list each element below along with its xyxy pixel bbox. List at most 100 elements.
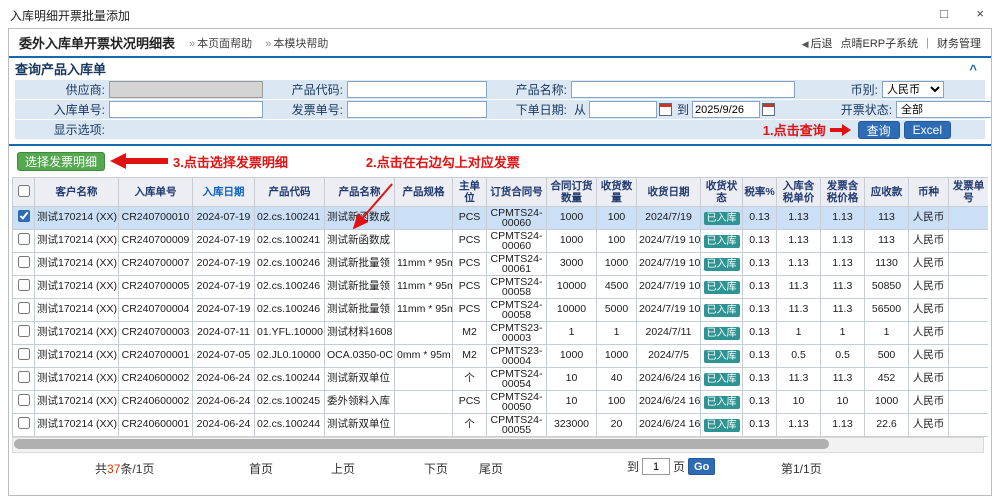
row-checkbox[interactable] <box>18 325 30 337</box>
cell-inbound_no: CR240700005 <box>119 276 193 299</box>
column-header-recv_status[interactable]: 收货状态 <box>701 178 743 207</box>
horizontal-scrollbar[interactable] <box>12 437 984 453</box>
page-help-link[interactable]: »本页面帮助 <box>189 38 252 50</box>
cell-inv_price: 0.5 <box>821 345 865 368</box>
table-row[interactable]: 测试170214 (XX)CR2406000012024-06-2402.cs.… <box>13 414 989 437</box>
system-name[interactable]: 点晴ERP子系统 <box>841 35 919 51</box>
column-header-inbound_no[interactable]: 入库单号 <box>119 178 193 207</box>
table-row[interactable]: 测试170214 (XX)CR2407000032024-07-1101.YFL… <box>13 322 989 345</box>
column-header-spec[interactable]: 产品规格 <box>395 178 453 207</box>
excel-button[interactable]: Excel <box>904 121 951 139</box>
module-name[interactable]: 财务管理 <box>937 35 981 51</box>
column-header-currency[interactable]: 币种 <box>909 178 949 207</box>
cell-recv_status: 已入库 <box>701 299 743 322</box>
page-number-input[interactable] <box>642 458 670 475</box>
date-from-input[interactable] <box>589 101 657 118</box>
column-header-contract_qty[interactable]: 合同订货数量 <box>547 178 597 207</box>
cell-contract_qty: 1000 <box>547 230 597 253</box>
cell-inv_price: 1.13 <box>821 230 865 253</box>
inbound-no-input[interactable] <box>109 101 263 118</box>
go-button[interactable]: Go <box>688 458 715 475</box>
column-header-product_name[interactable]: 产品名称 <box>325 178 395 207</box>
cell-tax_rate: 0.13 <box>743 207 777 230</box>
row-checkbox[interactable] <box>18 394 30 406</box>
next-page-link[interactable]: 下页 <box>424 460 448 477</box>
cell-inv_price: 1.13 <box>821 253 865 276</box>
table-row[interactable]: 测试170214 (XX)CR2407000012024-07-0502.JL0… <box>13 345 989 368</box>
column-header-customer[interactable]: 客户名称 <box>35 178 119 207</box>
scrollbar-thumb[interactable] <box>14 439 829 449</box>
column-header-recv_qty[interactable]: 收货数量 <box>597 178 637 207</box>
cell-tax_rate: 0.13 <box>743 299 777 322</box>
calendar-icon[interactable] <box>659 103 672 116</box>
invoice-status-select[interactable]: 全部 <box>896 101 992 118</box>
select-invoice-detail-button[interactable]: 选择发票明细 <box>17 152 105 171</box>
select-all-checkbox[interactable] <box>18 185 30 197</box>
column-header-in_price[interactable]: 入库含税单价 <box>777 178 821 207</box>
cell-inbound_no: CR240700009 <box>119 230 193 253</box>
table-row[interactable]: 测试170214 (XX)CR2407000102024-07-1902.cs.… <box>13 207 989 230</box>
product-name-input[interactable] <box>571 81 795 98</box>
column-header-product_code[interactable]: 产品代码 <box>255 178 325 207</box>
cell-customer: 测试170214 (XX) <box>35 345 119 368</box>
row-checkbox[interactable] <box>18 210 30 222</box>
calendar-icon[interactable] <box>762 103 775 116</box>
column-header-recv_date[interactable]: 收货日期 <box>637 178 701 207</box>
cell-recv_qty: 5000 <box>597 299 637 322</box>
cell-tax_rate: 0.13 <box>743 345 777 368</box>
window-close-button[interactable]: × <box>976 6 984 21</box>
row-checkbox-cell <box>13 345 35 368</box>
cell-in_price: 0.5 <box>777 345 821 368</box>
column-header-invoice_no[interactable]: 发票单号 <box>949 178 989 207</box>
row-checkbox[interactable] <box>18 371 30 383</box>
invoice-no-input[interactable] <box>347 101 487 118</box>
row-checkbox[interactable] <box>18 233 30 245</box>
row-checkbox[interactable] <box>18 256 30 268</box>
cell-tax_rate: 0.13 <box>743 276 777 299</box>
row-checkbox[interactable] <box>18 279 30 291</box>
cell-in_price: 1.13 <box>777 414 821 437</box>
row-checkbox-cell <box>13 414 35 437</box>
first-page-link[interactable]: 首页 <box>249 460 273 477</box>
cell-invoice_no <box>949 230 989 253</box>
last-page-link[interactable]: 尾页 <box>479 460 503 477</box>
collapse-icon[interactable]: ^ <box>969 59 977 80</box>
product-code-input[interactable] <box>347 81 487 98</box>
cell-product_name: 测试新双单位 <box>325 368 395 391</box>
column-header-inbound_date[interactable]: 入库日期 <box>193 178 255 207</box>
current-page-indicator: 第1/1页 <box>781 460 822 477</box>
table-container: 客户名称入库单号入库日期产品代码产品名称产品规格主单位订货合同号合同订货数量收货… <box>12 177 988 453</box>
supplier-input[interactable] <box>109 81 263 98</box>
cell-product_name: 测试新批量领 <box>325 299 395 322</box>
table-row[interactable]: 测试170214 (XX)CR2407000092024-07-1902.cs.… <box>13 230 989 253</box>
module-help-link[interactable]: »本模块帮助 <box>265 38 328 50</box>
prev-page-link[interactable]: 上页 <box>331 460 355 477</box>
window-maximize-button[interactable]: □ <box>940 6 948 21</box>
currency-select[interactable]: 人民币 <box>882 81 944 98</box>
table-row[interactable]: 测试170214 (XX)CR2407000072024-07-1902.cs.… <box>13 253 989 276</box>
date-to-input[interactable] <box>692 101 760 118</box>
cell-inbound_no: CR240700010 <box>119 207 193 230</box>
row-checkbox[interactable] <box>18 417 30 429</box>
table-row[interactable]: 测试170214 (XX)CR2407000042024-07-1902.cs.… <box>13 299 989 322</box>
column-header-receivable[interactable]: 应收款 <box>865 178 909 207</box>
table-row[interactable]: 测试170214 (XX)CR2406000022024-06-2402.cs.… <box>13 368 989 391</box>
row-checkbox[interactable] <box>18 348 30 360</box>
column-header-contract_no[interactable]: 订货合同号 <box>487 178 547 207</box>
row-checkbox-cell <box>13 299 35 322</box>
column-header-inv_price[interactable]: 发票含税价格 <box>821 178 865 207</box>
cell-inv_price: 1 <box>821 322 865 345</box>
table-row[interactable]: 测试170214 (XX)CR2406000022024-06-2402.cs.… <box>13 391 989 414</box>
column-header-tax_rate[interactable]: 税率% <box>743 178 777 207</box>
arrow-left-icon <box>110 153 168 169</box>
row-checkbox-cell <box>13 368 35 391</box>
cell-unit: M2 <box>453 345 487 368</box>
table-row[interactable]: 测试170214 (XX)CR2407000052024-07-1902.cs.… <box>13 276 989 299</box>
cell-currency: 人民币 <box>909 253 949 276</box>
back-button[interactable]: ◀后退 <box>802 35 833 51</box>
cell-product_name: 测试材料1608 <box>325 322 395 345</box>
cell-inv_price: 11.3 <box>821 368 865 391</box>
column-header-unit[interactable]: 主单位 <box>453 178 487 207</box>
row-checkbox[interactable] <box>18 302 30 314</box>
search-button[interactable]: 查询 <box>858 121 900 139</box>
